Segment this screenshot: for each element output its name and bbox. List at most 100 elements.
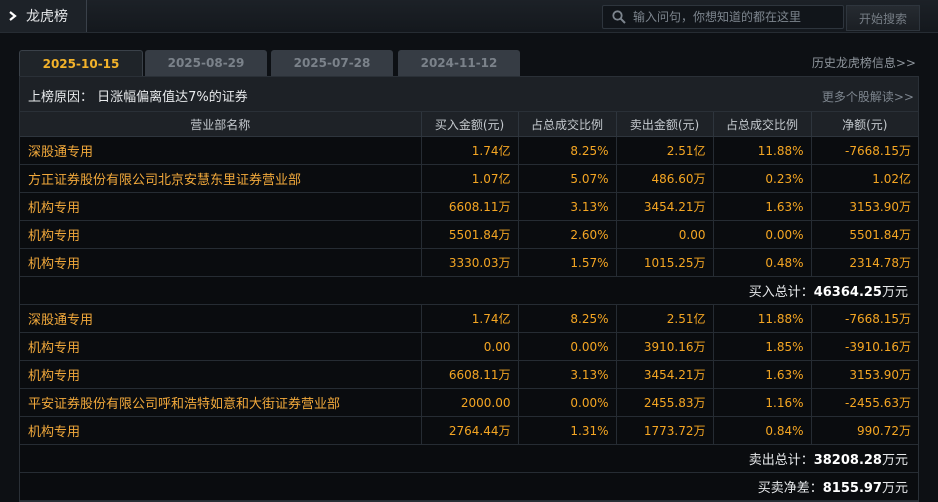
sell-ratio: 1.63% xyxy=(713,360,812,389)
reason-bar: 上榜原因： 日涨幅偏离值达7%的证券 更多个股解读>> xyxy=(20,77,918,112)
buy-total-unit: 万元 xyxy=(881,285,908,300)
sell-ratio: 0.00% xyxy=(713,220,812,249)
table-row[interactable]: 机构专用 2764.44万 1.31% 1773.72万 0.84% 990.7… xyxy=(20,416,918,445)
buy-ratio: 3.13% xyxy=(518,360,617,389)
col-branch-name: 营业部名称 xyxy=(20,112,422,137)
sell-ratio: 1.16% xyxy=(713,388,812,417)
buy-amount: 6608.11万 xyxy=(421,360,519,389)
net-total-row: 买卖净差：8155.97万元 xyxy=(20,472,918,501)
buy-amount: 0.00 xyxy=(421,332,519,361)
table-row[interactable]: 机构专用 5501.84万 2.60% 0.00 0.00% 5501.84万 xyxy=(20,220,918,249)
buy-total-row: 买入总计：46364.25万元 xyxy=(20,276,918,305)
tab-2025-08-29[interactable]: 2025-08-29 xyxy=(145,50,267,76)
sell-ratio: 11.88% xyxy=(713,136,812,165)
search-box[interactable] xyxy=(602,5,844,29)
net-amount: 3153.90万 xyxy=(811,192,918,221)
net-amount: -3910.16万 xyxy=(811,332,918,361)
col-sell-amount: 卖出金额(元) xyxy=(616,112,714,137)
table-row[interactable]: 深股通专用 1.74亿 8.25% 2.51亿 11.88% -7668.15万 xyxy=(20,304,918,333)
tab-2025-10-15[interactable]: 2025-10-15 xyxy=(19,50,143,77)
branch-name[interactable]: 方正证券股份有限公司北京安慧东里证券营业部 xyxy=(20,164,422,193)
table-row[interactable]: 平安证券股份有限公司呼和浩特如意和大街证券营业部 2000.00 0.00% 2… xyxy=(20,388,918,417)
buy-ratio: 3.13% xyxy=(518,192,617,221)
sell-amount: 486.60万 xyxy=(616,164,714,193)
table-header: 营业部名称 买入金额(元) 占总成交比例 卖出金额(元) 占总成交比例 净额(元… xyxy=(20,112,918,137)
sell-amount: 3454.21万 xyxy=(616,360,714,389)
table-row[interactable]: 机构专用 6608.11万 3.13% 3454.21万 1.63% 3153.… xyxy=(20,360,918,389)
buy-amount: 2000.00 xyxy=(421,388,519,417)
sell-amount: 1773.72万 xyxy=(616,416,714,445)
sell-amount: 2455.83万 xyxy=(616,388,714,417)
net-total-label: 买卖净差： xyxy=(757,481,823,496)
title-tab[interactable]: 龙虎榜 xyxy=(0,0,87,32)
search-icon xyxy=(612,10,626,24)
search-button[interactable]: 开始搜索 xyxy=(846,5,920,31)
buy-ratio: 1.57% xyxy=(518,248,617,277)
buy-total-value: 46364.25 xyxy=(813,285,882,300)
net-amount: -7668.15万 xyxy=(811,304,918,333)
branch-name[interactable]: 深股通专用 xyxy=(20,304,422,333)
net-amount: 990.72万 xyxy=(811,416,918,445)
buy-amount: 3330.03万 xyxy=(421,248,519,277)
sell-ratio: 11.88% xyxy=(713,304,812,333)
page-title: 龙虎榜 xyxy=(26,9,68,25)
branch-name[interactable]: 深股通专用 xyxy=(20,136,422,165)
top-bar: 龙虎榜 开始搜索 xyxy=(0,0,938,33)
sell-amount: 3910.16万 xyxy=(616,332,714,361)
buy-total-label: 买入总计： xyxy=(748,285,814,300)
listing-reason: 上榜原因： 日涨幅偏离值达7%的证券 xyxy=(28,90,248,105)
col-buy-ratio: 占总成交比例 xyxy=(518,112,617,137)
branch-name[interactable]: 机构专用 xyxy=(20,192,422,221)
table-row[interactable]: 方正证券股份有限公司北京安慧东里证券营业部 1.07亿 5.07% 486.60… xyxy=(20,164,918,193)
chevron-right-icon xyxy=(9,11,17,21)
sell-ratio: 1.63% xyxy=(713,192,812,221)
sell-ratio: 1.85% xyxy=(713,332,812,361)
sell-ratio: 0.48% xyxy=(713,248,812,277)
more-analysis-link[interactable]: 更多个股解读>> xyxy=(822,88,914,105)
net-amount: -7668.15万 xyxy=(811,136,918,165)
branch-name[interactable]: 机构专用 xyxy=(20,416,422,445)
buy-amount: 2764.44万 xyxy=(421,416,519,445)
ranking-panel: 上榜原因： 日涨幅偏离值达7%的证券 更多个股解读>> 营业部名称 买入金额(元… xyxy=(19,76,919,502)
buy-amount: 1.74亿 xyxy=(421,304,519,333)
buy-ratio: 2.60% xyxy=(518,220,617,249)
buy-amount: 6608.11万 xyxy=(421,192,519,221)
net-amount: 5501.84万 xyxy=(811,220,918,249)
sell-amount: 2.51亿 xyxy=(616,304,714,333)
sell-ratio: 0.23% xyxy=(713,164,812,193)
branch-name[interactable]: 机构专用 xyxy=(20,360,422,389)
buy-amount: 5501.84万 xyxy=(421,220,519,249)
sell-total: 卖出总计：38208.28万元 xyxy=(20,444,918,473)
net-total-unit: 万元 xyxy=(881,481,908,496)
branch-name[interactable]: 机构专用 xyxy=(20,220,422,249)
table-row[interactable]: 机构专用 6608.11万 3.13% 3454.21万 1.63% 3153.… xyxy=(20,192,918,221)
sell-amount: 2.51亿 xyxy=(616,136,714,165)
table-row[interactable]: 深股通专用 1.74亿 8.25% 2.51亿 11.88% -7668.15万 xyxy=(20,136,918,165)
tab-2025-07-28[interactable]: 2025-07-28 xyxy=(271,50,393,76)
buy-ratio: 8.25% xyxy=(518,304,617,333)
tab-2024-11-12[interactable]: 2024-11-12 xyxy=(398,50,520,76)
search-input[interactable] xyxy=(633,10,833,24)
sell-total-row: 卖出总计：38208.28万元 xyxy=(20,444,918,473)
sell-amount: 0.00 xyxy=(616,220,714,249)
table-row[interactable]: 机构专用 0.00 0.00% 3910.16万 1.85% -3910.16万 xyxy=(20,332,918,361)
table-row[interactable]: 机构专用 3330.03万 1.57% 1015.25万 0.48% 2314.… xyxy=(20,248,918,277)
branch-name[interactable]: 平安证券股份有限公司呼和浩特如意和大街证券营业部 xyxy=(20,388,422,417)
buy-ratio: 0.00% xyxy=(518,332,617,361)
net-amount: -2455.63万 xyxy=(811,388,918,417)
sell-total-label: 卖出总计： xyxy=(748,453,814,468)
net-total: 买卖净差：8155.97万元 xyxy=(20,472,918,501)
sell-amount: 3454.21万 xyxy=(616,192,714,221)
buy-ratio: 8.25% xyxy=(518,136,617,165)
branch-name[interactable]: 机构专用 xyxy=(20,248,422,277)
sell-total-value: 38208.28 xyxy=(813,453,882,468)
sell-total-unit: 万元 xyxy=(881,453,908,468)
buy-ratio: 5.07% xyxy=(518,164,617,193)
net-amount: 2314.78万 xyxy=(811,248,918,277)
branch-name[interactable]: 机构专用 xyxy=(20,332,422,361)
buy-total: 买入总计：46364.25万元 xyxy=(20,276,918,305)
history-link[interactable]: 历史龙虎榜信息>> xyxy=(812,54,916,71)
net-total-value: 8155.97 xyxy=(822,481,882,496)
buy-amount: 1.74亿 xyxy=(421,136,519,165)
col-buy-amount: 买入金额(元) xyxy=(421,112,519,137)
